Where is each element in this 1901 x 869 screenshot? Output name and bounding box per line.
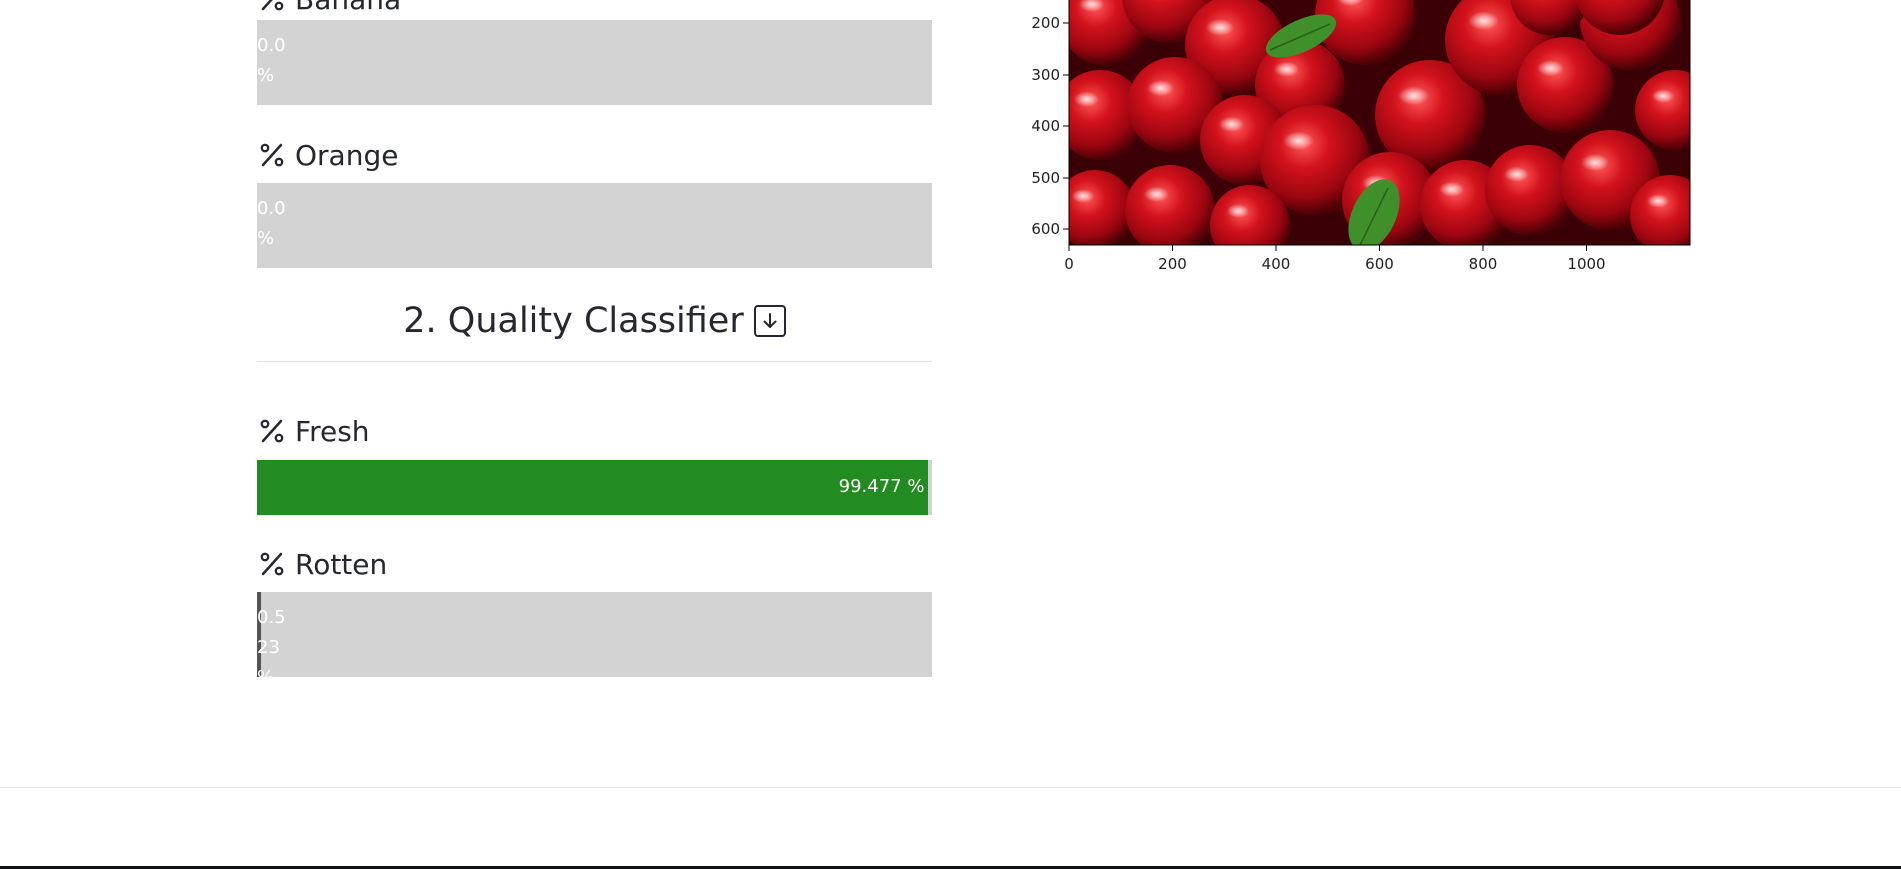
apple-highlight [1147,80,1175,97]
apple-shape [1630,175,1690,245]
y-tick-label: 200 [1031,14,1060,32]
apple-shape [1125,165,1215,245]
result-label: Rotten [295,547,388,581]
image-plot: 200 300 400 500 600 0 200 400 600 800 1000 [1010,0,1710,290]
arrow-down-icon [763,313,777,328]
apple-highlight [1468,11,1499,31]
apple-shape [1210,185,1290,245]
result-label: Banana [295,0,401,16]
apple-highlight [1071,189,1095,203]
progress-fill: 99.477 % [257,460,929,515]
y-tick-label: 500 [1031,169,1060,187]
apple-highlight [1273,61,1300,77]
section-title-quality-classifier: 2. Quality Classifier [257,296,932,346]
result-heading: Banana [257,0,401,16]
footer-divider [0,787,1901,788]
apple-highlight [1651,89,1675,103]
progress-bar: 99.477 % [257,460,932,515]
apple-highlight [1143,186,1170,202]
progress-bar: 0.0 % [257,183,932,268]
image-plot-svg: 200 300 400 500 600 0 200 400 600 800 1000 [1031,0,1691,273]
progress-value: 0.0 % [257,35,286,86]
progress-value: 0.0 % [257,198,286,249]
x-tick-label: 200 [1158,255,1187,273]
y-tick-label: 400 [1031,117,1060,135]
apples-photo [1069,0,1690,245]
apple-shape [1069,170,1135,245]
y-tick-label: 300 [1031,66,1060,84]
anchor-link-button[interactable] [753,305,786,337]
progress-bar: 0.0 % [257,20,932,105]
x-tick-label: 800 [1469,255,1498,273]
percent-icon [257,549,287,579]
x-tick-label: 1000 [1567,255,1605,273]
apple-highlight [1283,131,1314,151]
apple-highlight [1646,194,1670,208]
x-tick-label: 400 [1262,255,1291,273]
x-tick-label: 0 [1064,255,1074,273]
apple-highlight [1218,116,1245,132]
result-heading: Rotten [257,547,387,581]
section-divider [257,361,932,362]
x-tick-label: 600 [1365,255,1394,273]
progress-value: 99.477 % [838,476,925,497]
apple-highlight [1206,19,1234,36]
apple-highlight [1073,91,1100,107]
progress-bar: 0.523 % [257,592,932,677]
apple-highlight [1438,181,1465,197]
result-heading: Orange [257,138,398,172]
progress-value: 0.523 % [257,607,286,677]
result-heading: Fresh [257,414,370,448]
apple-highlight [1537,60,1565,77]
apple-highlight [1581,154,1609,171]
section-title-text: 2. Quality Classifier [403,301,744,341]
x-axis: 0 200 400 600 800 1000 [1064,245,1606,273]
apple-highlight [1398,86,1429,106]
y-tick-label: 600 [1031,220,1060,238]
apple-highlight [1503,166,1530,182]
y-axis: 200 300 400 500 600 [1031,14,1069,238]
apple-highlight [1226,204,1250,218]
percent-icon [257,0,287,14]
result-label: Fresh [295,414,370,448]
percent-icon [257,140,287,170]
percent-icon [257,416,287,446]
result-label: Orange [295,138,399,172]
